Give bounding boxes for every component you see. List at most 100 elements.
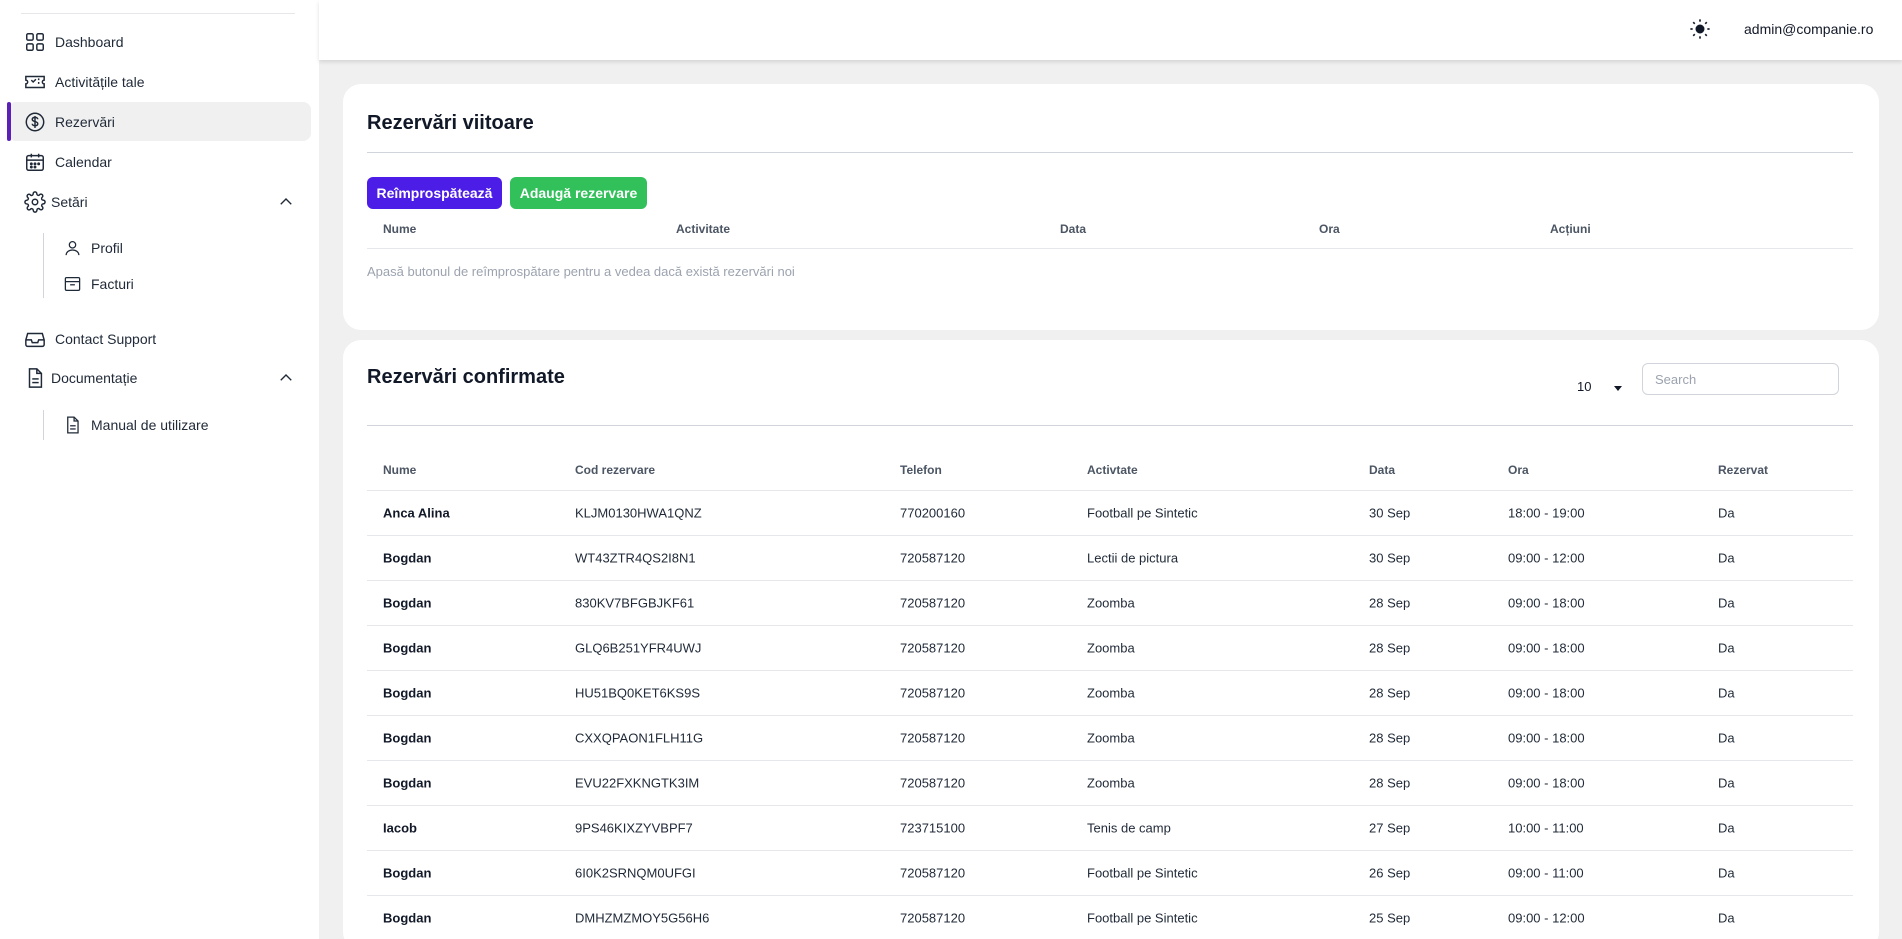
cell-activity: Zoomba	[1087, 595, 1135, 610]
add-reservation-button[interactable]: Adaugă rezervare	[510, 177, 647, 209]
cell-name: Bogdan	[383, 595, 432, 610]
refresh-button[interactable]: Reîmprospătează	[367, 177, 502, 209]
cell-name: Bogdan	[383, 550, 432, 565]
cell-name: Bogdan	[383, 910, 432, 925]
sidebar-subitem-label: Manual de utilizare	[91, 417, 209, 433]
sidebar-subitem-facturi[interactable]: Facturi	[55, 269, 305, 299]
cell-date: 26 Sep	[1369, 865, 1411, 880]
table-row[interactable]: Bogdan CXXQPAON1FLH11G 720587120 Zoomba 28 S…	[367, 715, 1853, 760]
cell-date: 28 Sep	[1369, 775, 1411, 790]
table-row[interactable]: Bogdan 830KV7BFGBJKF61 720587120 Zoomba 28 S…	[367, 580, 1853, 625]
column-header-name[interactable]: Nume	[383, 222, 416, 236]
sidebar-item-label: Documentație	[51, 369, 138, 386]
column-header-activity[interactable]: Activtate	[1087, 463, 1138, 477]
cell-activity: Zoomba	[1087, 775, 1135, 790]
sidebar-item-calendar[interactable]: Calendar	[8, 142, 311, 181]
cell-phone: 720587120	[900, 550, 966, 565]
chevron-up-icon[interactable]	[277, 193, 295, 211]
sidebar-subitem-profil[interactable]: Profil	[55, 233, 305, 263]
cell-phone: 720587120	[900, 685, 966, 700]
column-header-time[interactable]: Ora	[1508, 463, 1529, 477]
column-header-date[interactable]: Data	[1369, 463, 1395, 477]
column-header-activity[interactable]: Activitate	[676, 222, 730, 236]
search-input[interactable]	[1642, 363, 1839, 395]
sidebar-item-documentatie[interactable]: Documentație	[8, 358, 311, 397]
top-header: admin@companie.ro	[319, 0, 1902, 60]
chevron-up-icon[interactable]	[277, 369, 295, 387]
cell-phone: 723715100	[900, 820, 966, 835]
cell-activity: Lectii de pictura	[1087, 550, 1179, 565]
cell-activity: Zoomba	[1087, 685, 1135, 700]
column-header-date[interactable]: Data	[1060, 222, 1086, 236]
cell-phone: 720587120	[900, 595, 966, 610]
cell-code: HU51BQ0KET6KS9S	[575, 685, 701, 700]
cell-date: 28 Sep	[1369, 595, 1411, 610]
column-header-reserved[interactable]: Rezervat	[1718, 463, 1768, 477]
table-row[interactable]: Bogdan DMHZMZMOY5G56H6 720587120 Football p…	[367, 895, 1853, 939]
cell-code: CXXQPAON1FLH11G	[575, 730, 704, 745]
dollar-circle-icon	[25, 112, 45, 131]
cell-code: 6I0K2SRNQM0UFGI	[575, 865, 696, 880]
header-divider	[367, 248, 1853, 249]
cell-date: 30 Sep	[1369, 505, 1411, 520]
user-email[interactable]: admin@companie.ro	[1744, 21, 1873, 37]
cell-activity: Zoomba	[1087, 640, 1135, 655]
column-header-code[interactable]: Cod rezervare	[575, 463, 655, 477]
sun-icon[interactable]	[1689, 18, 1711, 40]
divider	[367, 425, 1853, 426]
table-row[interactable]: Bogdan WT43ZTR4QS2I8N1 720587120 Lectii de …	[367, 535, 1853, 580]
sidebar-subitem-manual[interactable]: Manual de utilizare	[55, 410, 305, 440]
cell-time: 09:00 - 18:00	[1508, 730, 1585, 745]
table-row[interactable]: Bogdan EVU22FXKNGTK3IM 720587120 Zoomba 28 S…	[367, 760, 1853, 805]
cell-code: 830KV7BFGBJKF61	[575, 595, 695, 610]
column-header-phone[interactable]: Telefon	[900, 463, 942, 477]
cell-reserved: Da	[1718, 550, 1735, 565]
sidebar: Dashboard Activitățile tale Rezervări Ca…	[0, 0, 319, 939]
cell-time: 09:00 - 18:00	[1508, 640, 1585, 655]
sidebar-item-label: Rezervări	[55, 113, 115, 130]
cell-activity: Football pe Sintetic	[1087, 865, 1198, 880]
sidebar-subitem-label: Profil	[91, 240, 123, 256]
table-row[interactable]: Iacob 9PS46KIXZYVBPF7 723715100 Tenis de ca…	[367, 805, 1853, 850]
sidebar-item-dashboard[interactable]: Dashboard	[8, 22, 311, 61]
cell-time: 10:00 - 11:00	[1508, 820, 1584, 835]
grid-icon	[26, 32, 44, 51]
column-header-time[interactable]: Ora	[1319, 222, 1340, 236]
table-row[interactable]: Bogdan HU51BQ0KET6KS9S 720587120 Zoomba 28 S…	[367, 670, 1853, 715]
table-row[interactable]: Bogdan 6I0K2SRNQM0UFGI 720587120 Football p…	[367, 850, 1853, 895]
cell-name: Iacob	[383, 820, 417, 835]
cell-code: KLJM0130HWA1QNZ	[575, 505, 702, 520]
cell-name: Bogdan	[383, 865, 432, 880]
sidebar-item-label: Dashboard	[55, 33, 124, 50]
cell-phone: 720587120	[900, 640, 966, 655]
cell-date: 30 Sep	[1369, 550, 1411, 565]
cell-reserved: Da	[1718, 505, 1735, 520]
empty-state-message: Apasă butonul de reîmprospătare pentru a…	[367, 264, 795, 279]
cell-phone: 720587120	[900, 730, 966, 745]
page-size-value: 10	[1577, 379, 1592, 394]
cell-date: 28 Sep	[1369, 685, 1411, 700]
cell-reserved: Da	[1718, 775, 1735, 790]
sidebar-item-label: Calendar	[55, 153, 112, 170]
sidebar-item-setari[interactable]: Setări	[8, 182, 311, 221]
cell-time: 09:00 - 18:00	[1508, 685, 1585, 700]
sidebar-item-contact-support[interactable]: Contact Support	[8, 319, 311, 358]
cell-phone: 770200160	[900, 505, 966, 520]
card-title: Rezervări confirmate	[367, 366, 565, 388]
table-row[interactable]: Bogdan GLQ6B251YFR4UWJ 720587120 Zoomba 28 S…	[367, 625, 1853, 670]
cell-date: 25 Sep	[1369, 910, 1411, 925]
cell-name: Bogdan	[383, 730, 432, 745]
cell-name: Anca Alina	[383, 505, 450, 520]
cell-activity: Football pe Sintetic	[1087, 505, 1198, 520]
divider	[367, 152, 1853, 153]
calendar-icon	[26, 153, 44, 171]
cell-code: 9PS46KIXZYVBPF7	[575, 820, 693, 835]
table-row[interactable]: Anca Alina KLJM0130HWA1QNZ 770200160 Footba…	[367, 490, 1853, 535]
sidebar-item-rezervari[interactable]: Rezervări	[7, 102, 311, 141]
page-size-select[interactable]: 10	[1577, 377, 1627, 397]
card-title: Rezervări viitoare	[367, 112, 534, 134]
ticket-icon	[25, 75, 45, 88]
sidebar-item-activities[interactable]: Activitățile tale	[8, 62, 311, 101]
cell-name: Bogdan	[383, 685, 432, 700]
column-header-name[interactable]: Nume	[383, 463, 416, 477]
